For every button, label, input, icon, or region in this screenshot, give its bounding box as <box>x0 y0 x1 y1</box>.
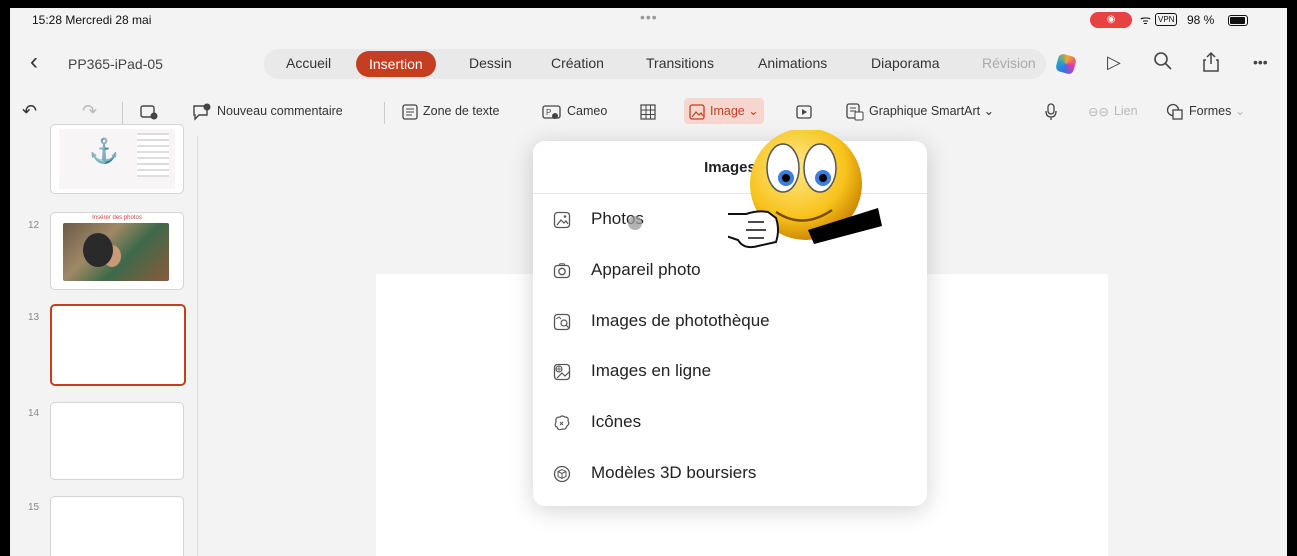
menu-item-3d-models[interactable]: Modèles 3D boursiers <box>549 456 909 490</box>
smartart-button[interactable]: Graphique SmartArt ⌄ <box>846 100 994 122</box>
wifi-icon: ᯤ <box>1140 13 1151 27</box>
insert-toolbar: ↶ ↷ Nouveau commentaire Zone de texte P C… <box>10 92 1287 132</box>
table-button[interactable] <box>640 100 656 122</box>
tab-insertion[interactable]: Insertion <box>356 51 436 77</box>
status-bar: 15:28 Mercredi 28 mai ••• ◉ ᯤ VPN 98 % <box>10 8 1287 32</box>
pointing-emoji-icon <box>728 130 882 249</box>
redo-icon[interactable]: ↷ <box>82 100 97 122</box>
svg-text:P: P <box>546 108 551 117</box>
menu-item-online-images[interactable]: Images en ligne <box>549 354 909 388</box>
vpn-badge: VPN <box>1155 13 1178 26</box>
shapes-label: Formes <box>1189 104 1232 118</box>
slide-number: 12 <box>28 220 40 231</box>
chevron-down-icon: ⌄ <box>1231 104 1246 118</box>
copilot-icon[interactable] <box>1054 52 1078 76</box>
new-comment-label: Nouveau commentaire <box>217 104 343 118</box>
tab-transitions[interactable]: Transitions <box>646 55 714 71</box>
online-images-icon <box>553 363 571 381</box>
search-icon[interactable] <box>1153 51 1173 76</box>
image-dropdown-button[interactable]: Image ⌄ <box>684 98 764 124</box>
anchor-icon: ⚓ <box>89 138 119 165</box>
photos-icon <box>553 211 571 229</box>
tab-animations[interactable]: Animations <box>758 55 827 71</box>
video-button[interactable] <box>796 100 812 122</box>
thumbnail-grid <box>137 133 169 177</box>
link-icon: ⊖⊖ <box>1088 104 1109 119</box>
more-icon[interactable]: ••• <box>1253 51 1268 73</box>
screen-record-icon[interactable]: ◉ <box>1090 12 1132 28</box>
back-chevron-icon[interactable]: ‹ <box>30 50 38 74</box>
3d-models-icon <box>553 465 571 483</box>
stock-images-icon <box>553 313 571 331</box>
menu-item-label: Appareil photo <box>591 260 701 279</box>
slide-number: 14 <box>28 408 40 419</box>
slide-thumbnail-15[interactable] <box>50 496 184 556</box>
new-slide-button[interactable] <box>140 100 163 122</box>
new-comment-button[interactable]: Nouveau commentaire <box>192 100 343 122</box>
icons-icon <box>554 415 570 431</box>
chevron-down-icon: ⌄ <box>980 104 995 118</box>
ribbon-tab-row: ‹ PP365-iPad-05 Accueil Insertion Dessin… <box>10 46 1287 82</box>
chevron-down-icon: ⌄ <box>744 104 759 118</box>
tab-dessin[interactable]: Dessin <box>469 55 512 71</box>
shapes-button[interactable]: Formes ⌄ <box>1166 100 1245 122</box>
smartart-label: Graphique SmartArt <box>869 104 981 118</box>
play-icon[interactable]: ▷ <box>1107 51 1121 73</box>
slide-12-title: Insérer des photos <box>92 215 142 221</box>
slide-thumbnail-14[interactable] <box>50 402 184 480</box>
slide-number: 13 <box>28 312 40 323</box>
slide-thumbnail-12[interactable]: Insérer des photos <box>50 212 184 290</box>
share-icon[interactable] <box>1202 51 1220 78</box>
link-button[interactable]: ⊖⊖ Lien <box>1088 100 1138 122</box>
tab-creation[interactable]: Création <box>551 55 604 71</box>
image-label: Image <box>710 104 745 118</box>
slide-number: 15 <box>28 502 40 513</box>
menu-item-icons[interactable]: Icônes <box>549 405 909 439</box>
battery-icon <box>1228 15 1248 26</box>
menu-item-label: Images de photothèque <box>591 311 770 330</box>
menu-item-label: Images en ligne <box>591 361 712 380</box>
menu-item-label: Modèles 3D boursiers <box>591 463 757 482</box>
battery-percent: 98 % <box>1187 13 1215 27</box>
device-frame: 15:28 Mercredi 28 mai ••• ◉ ᯤ VPN 98 % ‹… <box>0 0 1297 556</box>
toolbar-divider <box>384 102 385 124</box>
undo-icon[interactable]: ↶ <box>22 100 37 122</box>
menu-item-stock-images[interactable]: Images de photothèque <box>549 304 909 338</box>
slide-thumbnail-panel: ⚓ 12 Insérer des photos 13 14 15 <box>10 124 198 556</box>
slide-thumbnail-13-selected[interactable] <box>50 304 186 386</box>
slide-12-photo <box>63 223 169 281</box>
ribbon-tabs: Accueil Insertion Dessin Création Transi… <box>264 49 1046 79</box>
touch-indicator <box>628 216 642 230</box>
slide-thumbnail-11[interactable]: ⚓ <box>50 124 184 194</box>
tab-revision[interactable]: Révision <box>982 55 1036 71</box>
menu-item-label: Icônes <box>591 412 642 431</box>
tab-diaporama[interactable]: Diaporama <box>871 55 939 71</box>
document-name[interactable]: PP365-iPad-05 <box>68 56 163 72</box>
cameo-label: Cameo <box>567 104 608 118</box>
toolbar-divider <box>122 102 123 124</box>
camera-icon <box>553 263 571 279</box>
dictate-button[interactable] <box>1044 100 1058 122</box>
link-label: Lien <box>1113 104 1138 118</box>
ipad-screen: 15:28 Mercredi 28 mai ••• ◉ ᯤ VPN 98 % ‹… <box>10 8 1287 556</box>
text-box-label: Zone de texte <box>423 104 500 118</box>
text-box-button[interactable]: Zone de texte <box>402 100 499 122</box>
slide-11-preview: ⚓ <box>59 129 175 189</box>
cameo-button[interactable]: P Cameo <box>542 100 607 122</box>
status-time-date: 15:28 Mercredi 28 mai <box>32 13 152 27</box>
multitasking-dots-icon[interactable]: ••• <box>640 9 658 25</box>
tab-accueil[interactable]: Accueil <box>286 55 331 71</box>
